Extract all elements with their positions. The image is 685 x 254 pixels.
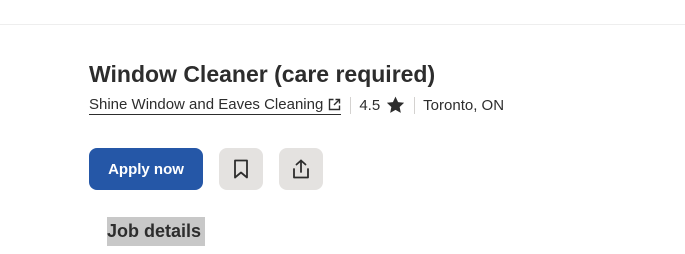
external-link-icon (328, 98, 341, 111)
company-link[interactable]: Shine Window and Eaves Cleaning (89, 95, 342, 115)
company-name: Shine Window and Eaves Cleaning (89, 95, 324, 113)
star-icon (386, 96, 405, 114)
share-job-button[interactable] (279, 148, 323, 190)
company-meta-row: Shine Window and Eaves Cleaning 4.5 Toro… (89, 92, 669, 118)
share-icon (292, 159, 310, 179)
apply-now-button[interactable]: Apply now (89, 148, 203, 190)
job-actions: Apply now (89, 148, 323, 190)
job-details-heading: Job details (107, 217, 206, 246)
meta-divider (414, 96, 416, 114)
job-header: Window Cleaner (care required) Shine Win… (89, 58, 669, 118)
rating-value: 4.5 (359, 96, 381, 114)
company-rating: 4.5 (359, 96, 405, 114)
meta-divider (350, 96, 352, 114)
top-divider (0, 24, 685, 25)
job-location: Toronto, ON (423, 96, 505, 114)
save-job-button[interactable] (219, 148, 263, 190)
job-title: Window Cleaner (care required) (89, 61, 436, 87)
bookmark-icon (233, 159, 249, 179)
